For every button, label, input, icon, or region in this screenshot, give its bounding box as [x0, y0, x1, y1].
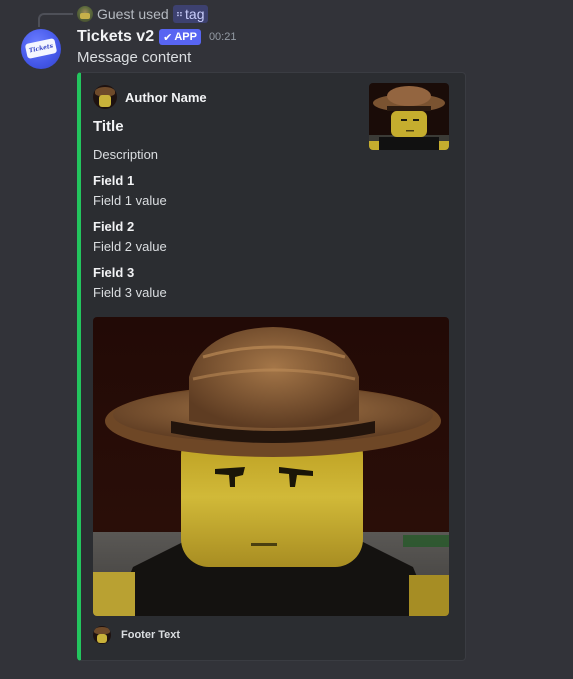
- app-badge: ✔ APP: [159, 29, 201, 45]
- embed-image[interactable]: [93, 317, 449, 616]
- app-badge-label: APP: [174, 31, 197, 43]
- embed-footer-text: Footer Text: [121, 629, 181, 641]
- chat-message: Guest used ⠶ tag Tickets Tickets v2 ✔ AP…: [0, 0, 573, 679]
- embed: Author Name Title Description Field 1 Fi…: [77, 72, 466, 661]
- bot-avatar[interactable]: Tickets: [21, 29, 61, 69]
- embed-field: Field 3 Field 3 value: [93, 264, 167, 302]
- embed-footer: Footer Text: [93, 626, 180, 644]
- field-name: Field 1: [93, 173, 135, 188]
- bot-username[interactable]: Tickets v2: [77, 28, 154, 46]
- command-interaction-line[interactable]: Guest used ⠶ tag: [77, 5, 208, 23]
- message-content: Message content: [77, 49, 192, 66]
- author-icon: [93, 85, 117, 109]
- embed-thumbnail[interactable]: [369, 83, 449, 150]
- embed-title: Title: [93, 118, 124, 135]
- command-name: tag: [185, 6, 205, 22]
- guest-avatar-icon[interactable]: [77, 6, 93, 22]
- embed-author: Author Name: [93, 85, 207, 109]
- interaction-verb: used: [138, 6, 169, 22]
- message-timestamp[interactable]: 00:21: [209, 31, 237, 43]
- interaction-user[interactable]: Guest: [97, 6, 134, 22]
- field-value: Field 2 value: [93, 239, 167, 254]
- roblox-character-image: [93, 317, 449, 616]
- field-name: Field 2: [93, 219, 135, 234]
- embed-author-name: Author Name: [125, 89, 207, 105]
- field-value: Field 1 value: [93, 193, 167, 208]
- thumbnail-image: [369, 83, 449, 150]
- field-name: Field 3: [93, 265, 135, 280]
- embed-description: Description: [93, 147, 159, 162]
- footer-icon: [93, 626, 111, 644]
- reply-connector-line: [38, 13, 73, 27]
- embed-field: Field 2 Field 2 value: [93, 218, 167, 256]
- command-mention[interactable]: ⠶ tag: [172, 5, 208, 23]
- embed-field: Field 1 Field 1 value: [93, 172, 167, 210]
- slash-command-icon: ⠶: [175, 8, 183, 20]
- checkmark-icon: ✔: [163, 31, 173, 44]
- field-value: Field 3 value: [93, 285, 167, 300]
- message-header: Tickets v2 ✔ APP 00:21: [77, 27, 236, 47]
- ticket-avatar-icon: Tickets: [24, 38, 58, 59]
